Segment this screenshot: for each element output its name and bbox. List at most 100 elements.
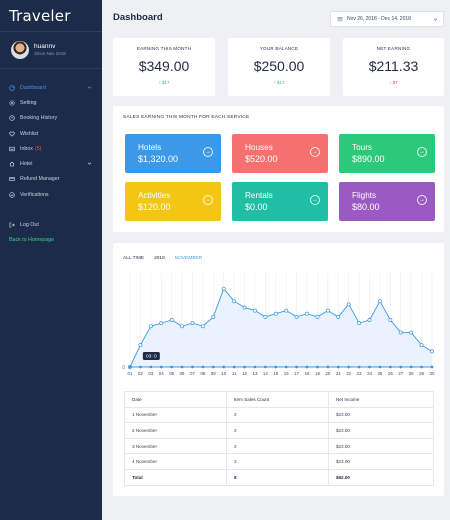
baseline-point	[211, 365, 215, 369]
check-circle-icon	[9, 191, 15, 198]
app-logo[interactable]: Traveler	[9, 7, 71, 25]
back-to-homepage-link[interactable]: Back to Homepage	[0, 233, 102, 248]
x-tick-label: 09	[211, 371, 216, 376]
refund-icon	[9, 176, 15, 182]
data-point	[398, 330, 403, 335]
inbox-count-badge: (5)	[34, 145, 42, 152]
baseline-point	[201, 365, 205, 369]
sidebar-item-refund-manager[interactable]: Refund Manager	[0, 172, 102, 187]
arrow-right-icon[interactable]: →	[310, 147, 320, 157]
data-point	[305, 311, 309, 316]
back-to-homepage-label: Back to Homepage	[9, 237, 55, 244]
baseline-point	[232, 365, 236, 369]
baseline-point	[243, 365, 246, 369]
filter-2018[interactable]: 2018	[154, 256, 165, 261]
service-amount: $520.00	[245, 154, 278, 164]
service-tile-hotels[interactable]: Hotels $1,320.00 →	[125, 134, 221, 173]
sidebar-item-inbox[interactable]: Inbox (5)	[0, 141, 102, 156]
chevron-down-icon	[433, 18, 438, 21]
sidebar-item-dashboard[interactable]: Dashboard	[0, 80, 102, 95]
cell-date: 3 November	[124, 437, 227, 455]
baseline-point	[170, 365, 174, 369]
baseline-point	[191, 365, 194, 369]
arrow-right-icon[interactable]: →	[310, 195, 320, 205]
x-tick-label: 04	[159, 371, 164, 376]
sidebar-item-hotel[interactable]: Hotel	[0, 156, 102, 171]
x-tick-label: 20	[325, 371, 330, 376]
date-range-value: Nov 26, 2018 - Dec 14, 2018	[347, 16, 411, 22]
x-tick-label: 25	[377, 371, 382, 376]
chevron-down-icon	[87, 163, 92, 166]
service-name: Flights	[352, 191, 377, 200]
date-range-picker[interactable]: Nov 26, 2018 - Dec 14, 2018	[330, 11, 444, 27]
service-amount: $0.00	[245, 202, 268, 212]
service-amount: $890.00	[352, 154, 385, 164]
dashboard-icon	[9, 84, 15, 91]
inbox-icon	[9, 146, 15, 152]
x-tick-label: 11	[232, 371, 237, 376]
baseline-point	[284, 365, 288, 369]
total-count: 8	[225, 468, 329, 486]
cell-count: 2	[225, 453, 329, 470]
table-row: 2 November 2 $23.00	[124, 422, 435, 439]
sidebar-item-label: Inbox	[20, 145, 33, 152]
stat-card-balance: YOUR BALANCE $250.00 ↑ $17	[228, 38, 330, 96]
x-tick-label: 06	[180, 371, 185, 376]
sidebar-item-verifications[interactable]: Verifications	[0, 187, 102, 202]
data-point	[148, 324, 153, 329]
x-tick-label: 08	[200, 371, 205, 376]
sidebar-item-label: Setting	[20, 99, 37, 106]
data-point	[221, 286, 226, 291]
stat-label: NET EARNING	[376, 46, 411, 51]
sidebar-item-wishlist[interactable]: Wishlist	[0, 126, 102, 141]
sidebar-item-booking-history[interactable]: Booking History	[0, 111, 102, 126]
arrow-right-icon[interactable]: →	[203, 147, 213, 157]
sales-area-chart[interactable]: 001 02 03 04 05 06 07 08 09 10 11 12 13 14 15 16 17 18 19 2…	[113, 267, 444, 383]
service-tile-flights[interactable]: Flights $80.00 →	[339, 182, 435, 221]
service-name: Tours	[352, 143, 373, 152]
section-title: SALES EARNING THIS MONTH FOR EACH SERVIC…	[123, 115, 250, 120]
data-point	[419, 343, 424, 348]
divider	[0, 68, 102, 69]
stat-label: YOUR BALANCE	[259, 46, 299, 51]
x-tick-label: 03	[148, 371, 153, 376]
user-since: Since Nov 2018	[34, 51, 66, 56]
data-point	[377, 299, 382, 304]
gear-icon	[9, 100, 15, 106]
data-point	[242, 305, 247, 310]
arrow-right-icon[interactable]: →	[417, 195, 427, 205]
data-point	[180, 324, 185, 329]
service-earnings-card: SALES EARNING THIS MONTH FOR EACH SERVIC…	[113, 106, 444, 232]
sidebar-item-setting[interactable]: Setting	[0, 95, 102, 110]
sidebar-item-label: Wishlist	[20, 130, 39, 137]
x-tick-label: 13	[253, 371, 258, 376]
time-filter-tabs: ALL TIME 2018 NOVEMBER	[123, 256, 202, 261]
baseline-point	[399, 365, 403, 369]
data-point	[430, 349, 434, 354]
service-tile-rentals[interactable]: Rentals $0.00 →	[232, 182, 328, 221]
filter-november[interactable]: NOVEMBER	[175, 256, 202, 261]
filter-all-time[interactable]: ALL TIME	[123, 256, 144, 261]
arrow-right-icon[interactable]: →	[203, 195, 213, 205]
baseline-point	[378, 365, 382, 369]
service-tile-activities[interactable]: Activities $120.00 →	[125, 182, 221, 221]
x-tick-label: 02	[138, 371, 143, 376]
service-tile-houses[interactable]: Houses $520.00 →	[232, 134, 328, 173]
baseline-point	[180, 365, 184, 369]
arrow-right-icon[interactable]: →	[417, 147, 427, 157]
x-tick-label: 30	[430, 371, 435, 376]
sidebar: Traveler huannv Since Nov 2018 Dashboard…	[0, 0, 102, 520]
column-header-date: Date	[124, 391, 227, 408]
service-tile-tours[interactable]: Tours $890.00 →	[339, 134, 435, 173]
avatar[interactable]	[11, 41, 29, 59]
sidebar-item-label: Booking History	[20, 115, 58, 122]
data-point	[200, 324, 205, 329]
sidebar-item-label: Log Out	[20, 222, 39, 229]
service-name: Rentals	[245, 191, 273, 200]
chevron-down-icon	[87, 86, 92, 89]
cell-income: $23.00	[327, 453, 435, 470]
baseline-point	[388, 365, 392, 369]
app: Traveler huannv Since Nov 2018 Dashboard…	[0, 0, 450, 520]
data-point	[263, 314, 268, 319]
sidebar-item-log-out[interactable]: Log Out	[0, 217, 102, 232]
